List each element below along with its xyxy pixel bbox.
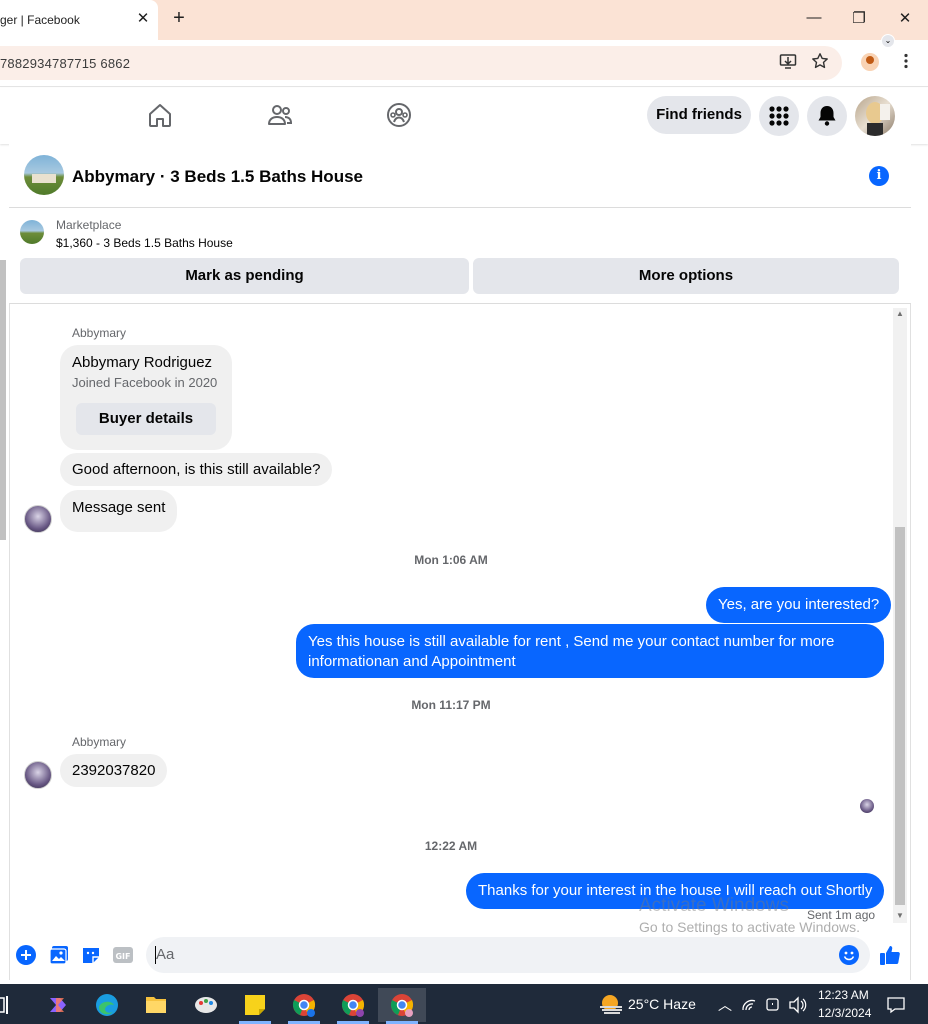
thread-title[interactable]: Abbymary · 3 Beds 1.5 Baths House	[72, 167, 363, 187]
photo-icon[interactable]	[48, 944, 70, 966]
bookmark-star-icon[interactable]	[810, 52, 830, 72]
timestamp: Mon 1:06 AM	[414, 553, 488, 567]
scroll-up-icon[interactable]: ▲	[894, 309, 906, 318]
listing-thumbnail[interactable]	[20, 220, 44, 244]
weather-text[interactable]: 25°C Haze	[628, 996, 696, 1012]
volume-icon[interactable]	[787, 988, 807, 1022]
incoming-message[interactable]: 2392037820	[60, 754, 168, 787]
buyer-name: Abbymary Rodriguez	[72, 354, 213, 371]
install-app-icon[interactable]	[778, 52, 798, 72]
task-view-icon[interactable]	[0, 988, 32, 1022]
thumbs-up-icon[interactable]	[878, 943, 902, 967]
gif-icon[interactable]: GIF	[112, 944, 134, 966]
close-window-button[interactable]: ✕	[893, 9, 917, 31]
activation-watermark-subtext: Go to Settings to activate Windows.	[639, 919, 860, 935]
browser-profile-icon[interactable]	[861, 53, 879, 71]
sender-name: Abbymary	[72, 326, 127, 340]
mark-as-pending-button[interactable]: Mark as pending	[20, 258, 469, 294]
chrome-active-icon[interactable]	[378, 988, 426, 1022]
sticky-notes-icon[interactable]	[235, 988, 275, 1022]
add-icon[interactable]	[15, 944, 37, 966]
incoming-message[interactable]: Message sent	[60, 490, 178, 532]
marketplace-label: Marketplace	[56, 218, 122, 232]
emoji-icon[interactable]	[839, 945, 859, 965]
browser-tab[interactable]: ger | Facebook ✕	[0, 0, 158, 40]
tray-expand-icon[interactable]: ︿	[718, 995, 732, 1015]
bell-icon	[818, 106, 836, 126]
menu-grid-button[interactable]	[759, 96, 799, 136]
outgoing-message[interactable]: Yes this house is still available for re…	[296, 624, 884, 678]
paint-icon[interactable]	[186, 988, 226, 1022]
thread-avatar[interactable]	[24, 155, 64, 195]
account-chevron-down-icon[interactable]: ⌄	[881, 34, 895, 48]
timestamp: 12:22 AM	[424, 839, 478, 853]
account-avatar[interactable]	[855, 96, 895, 136]
clock-time[interactable]: 12:23 AM	[818, 988, 869, 1002]
browser-menu-icon[interactable]	[896, 52, 916, 72]
message-input[interactable]	[146, 937, 870, 973]
omnibox[interactable]: 7882934787715 6862	[0, 46, 842, 80]
copilot-icon[interactable]	[38, 988, 78, 1022]
incoming-message[interactable]: Good afternoon, is this still available?	[60, 453, 333, 486]
file-explorer-icon[interactable]	[136, 988, 176, 1022]
new-tab-button[interactable]: +	[169, 7, 189, 31]
notification-center-icon[interactable]	[880, 988, 912, 1022]
info-icon[interactable]: i	[869, 166, 889, 186]
sender-name: Abbymary	[72, 735, 127, 749]
url-text[interactable]: 7882934787715 6862	[0, 56, 130, 71]
left-scrollbar[interactable]	[0, 260, 6, 540]
sender-avatar[interactable]	[24, 505, 52, 533]
activation-watermark: Activate Windows	[639, 895, 789, 916]
outgoing-message[interactable]: Yes, are you interested?	[706, 587, 892, 623]
gif-label: GIF	[115, 952, 130, 961]
edge-icon[interactable]	[87, 988, 127, 1022]
timestamp: Mon 11:17 PM	[411, 698, 491, 712]
clock-date[interactable]: 12/3/2024	[818, 1006, 871, 1020]
restore-button[interactable]: ❐	[847, 9, 871, 31]
weather-icon[interactable]	[592, 988, 632, 1022]
groups-icon[interactable]	[385, 101, 413, 129]
more-options-button[interactable]: More options	[473, 258, 899, 294]
friends-icon[interactable]	[266, 101, 294, 129]
scroll-down-icon[interactable]: ▼	[894, 911, 906, 920]
notifications-button[interactable]	[807, 96, 847, 136]
listing-price-title[interactable]: $1,360 - 3 Beds 1.5 Baths House	[56, 236, 233, 250]
find-friends-button[interactable]: Find friends	[647, 96, 751, 134]
network-icon[interactable]	[740, 988, 760, 1022]
scrollbar-thumb[interactable]	[895, 527, 905, 905]
meet-now-icon[interactable]	[764, 988, 784, 1022]
tab-close-icon[interactable]: ✕	[134, 9, 152, 29]
sender-avatar[interactable]	[24, 761, 52, 789]
chrome-profile-b-icon[interactable]	[333, 988, 373, 1022]
buyer-details-button[interactable]: Buyer details	[76, 403, 216, 435]
chrome-profile-a-icon[interactable]	[284, 988, 324, 1022]
grid-icon	[769, 106, 789, 126]
minimize-button[interactable]: —	[802, 9, 826, 31]
message-input-placeholder[interactable]: Aa	[156, 946, 174, 963]
facebook-top-nav: Find friends	[0, 88, 928, 144]
sticker-icon[interactable]	[80, 944, 102, 966]
home-icon[interactable]	[146, 101, 174, 129]
tab-title: ger | Facebook	[0, 13, 80, 27]
seen-indicator-avatar	[860, 799, 874, 813]
buyer-joined: Joined Facebook in 2020	[72, 375, 218, 390]
